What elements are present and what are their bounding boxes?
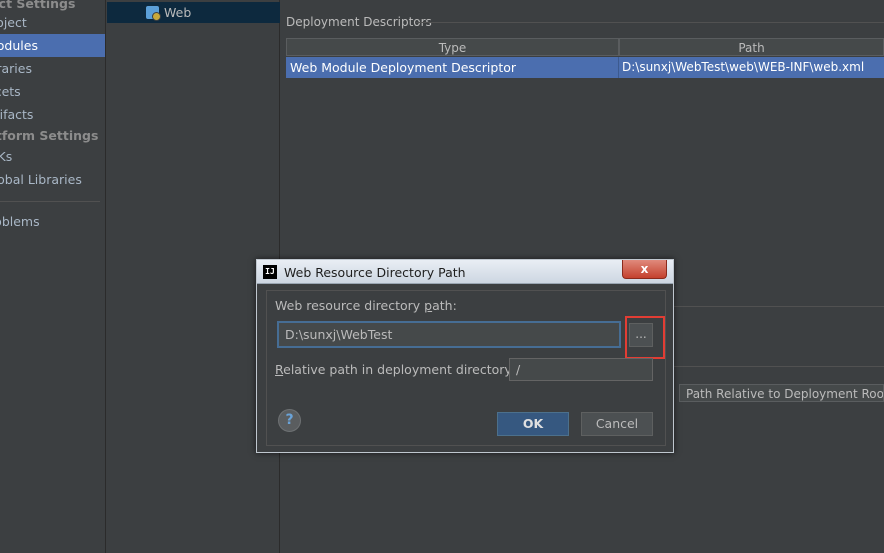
nav-item-sdks[interactable]: SDKs	[0, 145, 105, 168]
ok-button[interactable]: OK	[497, 412, 569, 436]
module-tree: Web	[107, 0, 280, 553]
section-title-deployment-descriptors: Deployment Descriptors	[286, 15, 432, 29]
nav-item-project[interactable]: Project	[0, 11, 105, 34]
highlight-annotation	[625, 316, 665, 359]
web-resource-directory-dialog: IJ Web Resource Directory Path x Web res…	[256, 259, 674, 453]
web-resource-path-label: Web resource directory path:	[275, 298, 457, 313]
nav-item-modules[interactable]: Modules	[0, 34, 105, 57]
relative-path-label: Relative path in deployment directory:	[275, 362, 516, 377]
nav-item-global-libraries[interactable]: Global Libraries	[0, 168, 105, 191]
web-resource-path-input[interactable]: D:\sunxj\WebTest	[277, 321, 621, 348]
section-divider	[416, 22, 884, 23]
cell-path: D:\sunxj\WebTest\web\WEB-INF\web.xml	[622, 60, 865, 74]
dialog-titlebar[interactable]: IJ Web Resource Directory Path x	[257, 260, 673, 284]
column-header-relative-path[interactable]: Path Relative to Deployment Root	[679, 384, 884, 402]
column-header-type[interactable]: Type	[286, 38, 619, 56]
relative-path-input[interactable]: /	[509, 358, 653, 381]
nav-item-facets[interactable]: Facets	[0, 80, 105, 103]
nav-item-problems[interactable]: Problems	[0, 210, 105, 233]
nav-separator	[0, 201, 100, 202]
intellij-app-icon: IJ	[263, 265, 277, 279]
nav-item-libraries[interactable]: Libraries	[0, 57, 105, 80]
dialog-title: Web Resource Directory Path	[284, 265, 466, 280]
help-icon[interactable]: ?	[278, 409, 301, 432]
cell-separator	[618, 57, 619, 78]
web-facet-icon	[146, 6, 161, 21]
nav-header-platform-settings: Platform Settings	[0, 128, 99, 143]
column-header-path[interactable]: Path	[619, 38, 884, 56]
table-row[interactable]: Web Module Deployment Descriptor D:\sunx…	[286, 57, 884, 78]
cancel-button[interactable]: Cancel	[581, 412, 653, 436]
tree-item-label: Web	[164, 5, 192, 20]
nav-item-artifacts[interactable]: Artifacts	[0, 103, 105, 126]
dialog-content: Web resource directory path: D:\sunxj\We…	[266, 290, 666, 446]
settings-sidebar: Project Settings Project Modules Librari…	[0, 0, 106, 553]
cell-type: Web Module Deployment Descriptor	[290, 60, 517, 75]
tree-item-web[interactable]: Web	[107, 2, 280, 23]
close-button[interactable]: x	[622, 260, 667, 279]
